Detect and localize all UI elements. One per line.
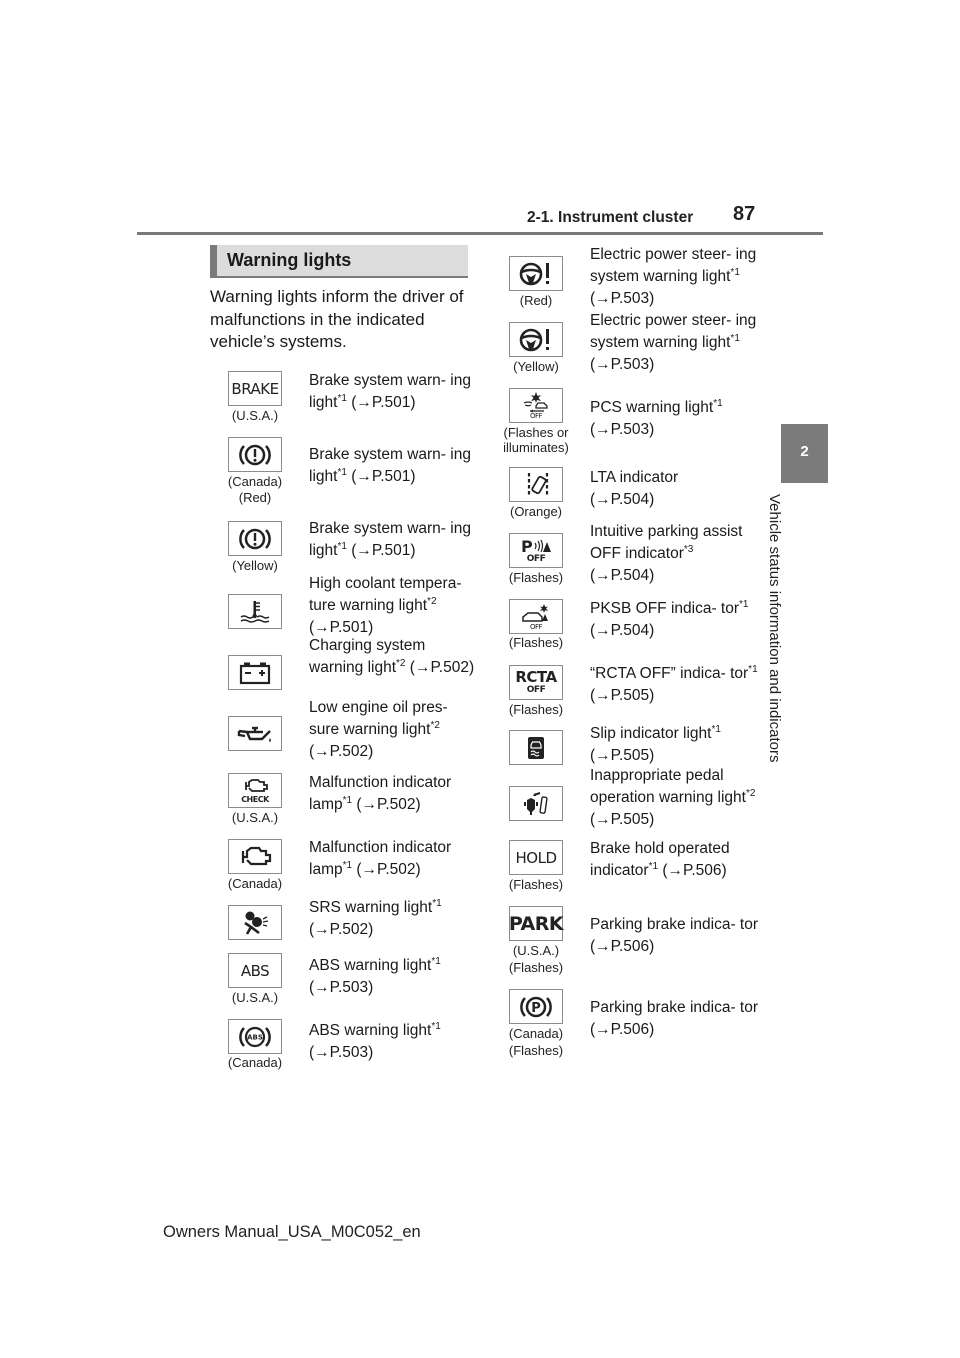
item-description: ABS warning light*1 (→P.503): [309, 956, 441, 997]
hold-text-icon: HOLD: [509, 840, 563, 875]
document-footer: Owners Manual_USA_M0C052_en: [163, 1223, 421, 1241]
item-caption: (Canada): [227, 1055, 283, 1070]
chapter-label: Vehicle status information and indicator…: [766, 494, 783, 763]
steering-warning-icon: [509, 322, 563, 357]
item-caption: (Orange): [509, 504, 563, 519]
item-caption: (Flashes): [508, 635, 564, 650]
item-caption: (Flashes): [508, 570, 564, 585]
intro-paragraph: Warning lights inform the driver of malf…: [210, 287, 464, 351]
item-description: SRS warning light*1 (→P.502): [309, 898, 442, 939]
item-caption: (Canada): [227, 474, 283, 489]
item-caption: (Flashes): [508, 702, 564, 717]
item-caption: illuminates): [503, 440, 569, 455]
item-description: Parking brake indica- tor (→P.506): [590, 916, 758, 955]
item-caption: (Canada): [508, 1026, 564, 1041]
brake-text-icon: BRAKE: [228, 371, 282, 406]
lta-icon: [509, 467, 563, 502]
item-caption: (Yellow): [513, 359, 559, 374]
item-description: Slip indicator light*1 (→P.505): [590, 724, 721, 765]
section-title-bar: Warning lights: [210, 245, 468, 278]
item-description: Brake system warn- ing light*1 (→P.501): [309, 446, 471, 485]
item-description: Brake hold operated indicator*1 (→P.506): [590, 840, 730, 879]
item-caption: (Canada): [227, 876, 283, 891]
abs-circle-icon: ABS: [228, 1019, 282, 1054]
item-description: Charging system warning light*2 (→P.502): [309, 637, 475, 676]
item-caption: (Red): [238, 490, 272, 505]
item-description: Malfunction indicator lamp*1 (→P.502): [309, 839, 452, 878]
item-caption: (U.S.A.): [512, 943, 560, 958]
item-description: PCS warning light*1 (→P.503): [590, 398, 723, 439]
pksb-off-icon: OFF: [509, 599, 563, 634]
brake-circle-icon: [228, 437, 282, 472]
item-caption: (Flashes): [508, 1043, 564, 1058]
item-caption: (Yellow): [232, 558, 278, 573]
battery-icon: [228, 655, 282, 690]
item-description: Malfunction indicator lamp*1 (→P.502): [309, 774, 452, 813]
section-title: Warning lights: [227, 250, 352, 270]
header-rule: [137, 232, 823, 235]
abs-text-icon: ABS: [228, 953, 282, 988]
svg-text:P: P: [531, 1001, 541, 1016]
item-caption: (U.S.A.): [231, 990, 279, 1005]
item-description: Electric power steer- ing system warning…: [590, 312, 757, 373]
pcs-icon: OFF: [509, 388, 563, 423]
item-description: Parking brake indica- tor (→P.506): [590, 999, 758, 1038]
chapter-tab-number: 2: [800, 443, 809, 460]
item-description: Intuitive parking assist OFF indicator*3…: [590, 523, 743, 584]
item-caption: (Red): [519, 293, 553, 308]
engine-icon: [228, 839, 282, 874]
item-caption: (Flashes): [508, 960, 564, 975]
item-caption: (U.S.A.): [231, 408, 279, 423]
park-text-icon: PARK: [509, 906, 564, 941]
item-description: PKSB OFF indica- tor*1 (→P.504): [590, 599, 749, 640]
parking-assist-off-icon: P OFF: [509, 533, 563, 568]
item-description: High coolant tempera- ture warning light…: [309, 575, 462, 636]
item-description: “RCTA OFF” indica- tor*1 (→P.505): [590, 664, 758, 705]
svg-text:P: P: [521, 537, 533, 554]
item-description: Low engine oil pres- sure warning light*…: [309, 699, 448, 760]
item-caption: (U.S.A.): [231, 810, 279, 825]
item-caption: (Flashes or: [503, 425, 569, 440]
airbag-icon: [228, 905, 282, 940]
oil-can-icon: [228, 716, 282, 751]
item-caption: (Flashes): [508, 877, 564, 892]
slip-indicator-icon: [509, 730, 563, 765]
item-description: Inappropriate pedal operation warning li…: [590, 767, 756, 828]
brake-circle-icon: [228, 521, 282, 556]
svg-text:ABS: ABS: [247, 1033, 263, 1041]
running-header-section: 2-1. Instrument cluster: [527, 209, 694, 226]
engine-check-icon: CHECK: [228, 773, 282, 808]
steering-warning-icon: [509, 256, 563, 291]
page-number: 87: [733, 203, 756, 225]
parking-brake-circle-icon: P: [509, 989, 563, 1024]
pedal-warning-icon: [509, 786, 563, 821]
coolant-temperature-icon: [228, 594, 282, 629]
rcta-off-icon: RCTA OFF: [509, 665, 563, 700]
item-description: ABS warning light*1 (→P.503): [309, 1021, 441, 1062]
item-description: Electric power steer- ing system warning…: [590, 246, 757, 307]
item-description: Brake system warn- ing light*1 (→P.501): [309, 520, 471, 559]
item-description: LTA indicator (→P.504): [590, 469, 679, 508]
item-description: Brake system warn- ing light*1 (→P.501): [309, 372, 471, 411]
